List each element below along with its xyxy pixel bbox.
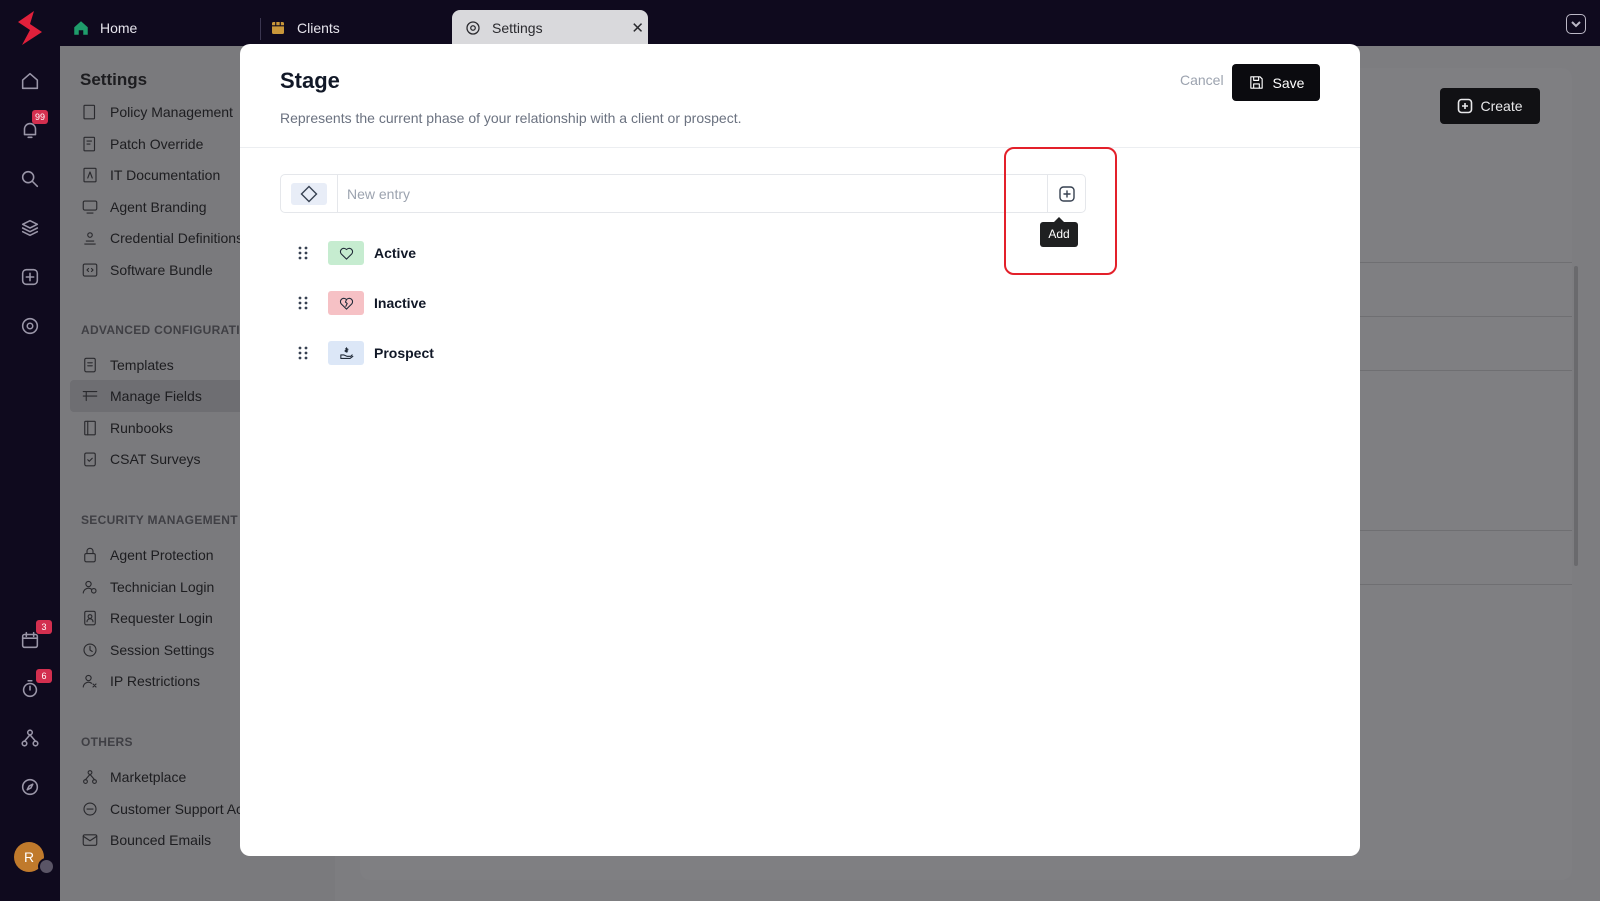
drag-handle-icon[interactable] xyxy=(296,245,310,261)
new-entry-row xyxy=(280,174,1086,213)
item-icon-chip[interactable] xyxy=(328,341,364,365)
tab-home[interactable]: Home xyxy=(72,10,252,46)
create-button[interactable]: Create xyxy=(1440,88,1540,124)
settings-item-bounced-emails[interactable]: Bounced Emails xyxy=(81,828,211,852)
section-security-management: SECURITY MANAGEMENT xyxy=(81,513,238,527)
gear-rail-icon[interactable] xyxy=(19,315,41,337)
heart-icon xyxy=(339,247,353,260)
diamond-icon xyxy=(300,185,318,203)
item-label: Inactive xyxy=(374,295,427,311)
notifications-badge: 99 xyxy=(32,110,49,124)
background-scrollbar[interactable] xyxy=(1574,266,1578,566)
list-item-inactive: Inactive xyxy=(296,290,426,316)
hand-coin-icon xyxy=(339,346,353,359)
chevron-down-icon[interactable] xyxy=(1566,14,1586,34)
modal-divider xyxy=(240,147,1360,148)
floppy-disk-icon xyxy=(1249,76,1263,89)
timer-badge: 6 xyxy=(36,669,52,683)
stage-modal: Stage Represents the current phase of yo… xyxy=(240,44,1360,856)
plus-square-icon xyxy=(1458,98,1473,114)
list-item-prospect: Prospect xyxy=(296,340,434,366)
icon-picker-button[interactable] xyxy=(291,183,327,205)
calendar-badge: 3 xyxy=(36,620,52,634)
tab-bar: Home Clients Settings ✕ xyxy=(60,0,1600,46)
settings-item-ip-restrictions[interactable]: IP Restrictions xyxy=(81,669,200,693)
settings-title: Settings xyxy=(80,70,148,89)
settings-item-patch-override[interactable]: Patch Override xyxy=(81,132,203,156)
item-label: Active xyxy=(374,245,417,261)
modal-title: Stage xyxy=(280,68,340,93)
settings-item-runbooks[interactable]: Runbooks xyxy=(81,416,173,440)
home-icon xyxy=(74,21,88,35)
settings-item-templates[interactable]: Templates xyxy=(81,353,174,377)
layers-icon[interactable] xyxy=(19,217,41,239)
tab-divider xyxy=(260,18,261,40)
settings-item-marketplace[interactable]: Marketplace xyxy=(81,765,186,789)
close-tab-icon[interactable]: ✕ xyxy=(631,19,644,37)
network-icon[interactable] xyxy=(19,727,41,749)
item-icon-chip[interactable] xyxy=(328,241,364,265)
settings-item-manage-fields[interactable]: Manage Fields xyxy=(81,384,202,408)
home-rail-icon[interactable] xyxy=(19,70,41,92)
settings-item-technician-login[interactable]: Technician Login xyxy=(81,575,214,599)
list-item-active: Active xyxy=(296,240,416,266)
settings-item-credential-definitions[interactable]: Credential Definitions xyxy=(81,226,243,250)
entry-divider xyxy=(337,175,338,212)
settings-item-csat-surveys[interactable]: CSAT Surveys xyxy=(81,447,201,471)
settings-item-policy-management[interactable]: Policy Management xyxy=(81,100,233,124)
settings-item-session-settings[interactable]: Session Settings xyxy=(81,638,214,662)
highlight-annotation xyxy=(1004,147,1117,275)
compass-icon[interactable] xyxy=(19,776,41,798)
drag-handle-icon[interactable] xyxy=(296,345,310,361)
settings-item-agent-protection[interactable]: Agent Protection xyxy=(81,543,214,567)
item-label: Prospect xyxy=(374,345,434,361)
plus-square-icon[interactable] xyxy=(19,266,41,288)
tab-clients[interactable]: Clients xyxy=(269,10,449,46)
store-icon xyxy=(272,22,284,34)
item-icon-chip[interactable] xyxy=(328,291,364,315)
settings-item-software-bundle[interactable]: Software Bundle xyxy=(81,258,213,282)
settings-item-requester-login[interactable]: Requester Login xyxy=(81,606,213,630)
drag-handle-icon[interactable] xyxy=(296,295,310,311)
avatar-status-icon xyxy=(38,858,55,875)
settings-item-it-documentation[interactable]: IT Documentation xyxy=(81,163,220,187)
settings-item-agent-branding[interactable]: Agent Branding xyxy=(81,195,207,219)
left-rail: 99 3 6 R xyxy=(0,0,60,901)
new-entry-input[interactable] xyxy=(347,184,997,204)
broken-heart-icon xyxy=(339,297,353,310)
section-others: OTHERS xyxy=(81,735,133,749)
search-icon[interactable] xyxy=(19,168,41,190)
section-advanced-configuration: ADVANCED CONFIGURATION xyxy=(81,323,259,337)
cancel-button[interactable]: Cancel xyxy=(1180,72,1224,88)
save-button[interactable]: Save xyxy=(1232,64,1320,101)
tab-settings[interactable]: Settings ✕ xyxy=(452,10,648,46)
gear-icon xyxy=(466,21,480,35)
modal-description: Represents the current phase of your rel… xyxy=(280,110,742,126)
brand-logo-icon[interactable] xyxy=(12,8,48,48)
